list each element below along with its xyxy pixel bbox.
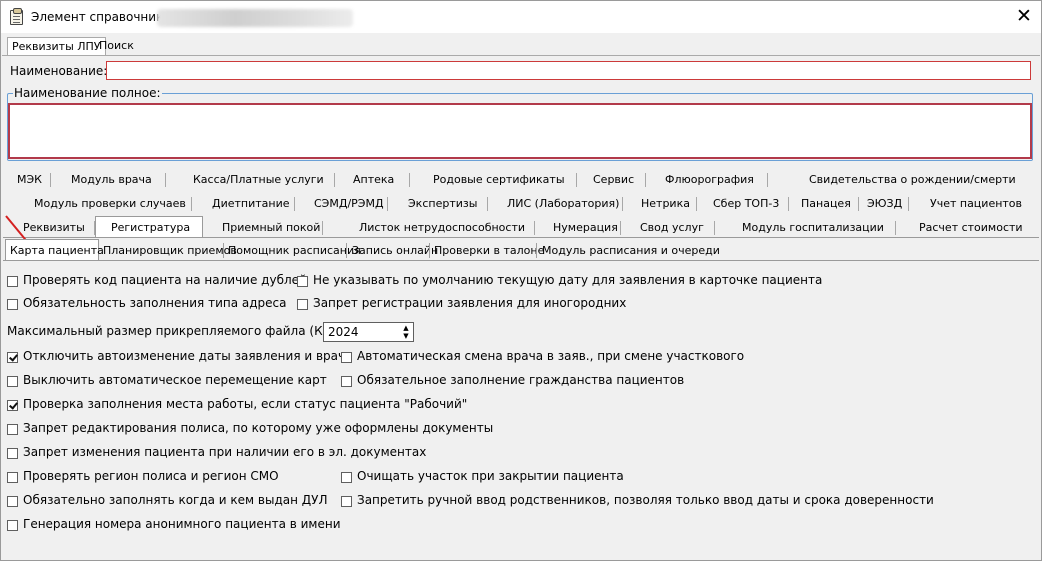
close-button[interactable]: ✕ — [1011, 4, 1037, 28]
label-tip-adresa: Обязательность заполнения типа адреса — [23, 296, 287, 310]
label-avtoizmenenie: Отключить автоизменение даты заявления и… — [23, 349, 353, 363]
tab-mek[interactable]: МЭК — [17, 173, 42, 186]
label-proveryat-kod: Проверять код пациента на наличие дублей — [23, 273, 307, 287]
label-ne-ukazyvat-datu: Не указывать по умолчанию текущую дату д… — [313, 273, 823, 287]
tab-strip-1: МЭК Модуль врача Касса/Платные услуги Ап… — [3, 167, 1039, 191]
tab-kassa[interactable]: Касса/Платные услуги — [193, 173, 324, 186]
checkbox-ne-ukazyvat-datu[interactable] — [297, 276, 308, 287]
tab-gospitalizaciya[interactable]: Модуль госпитализации — [742, 221, 884, 234]
tab-ekspertizy[interactable]: Экспертизы — [408, 197, 477, 210]
checkbox-region-smo[interactable] — [7, 472, 18, 483]
label-mesto-raboty: Проверка заполнения места работы, если с… — [23, 397, 468, 411]
redacted-title-area — [157, 9, 353, 27]
window-title: Элемент справочника: — [31, 10, 175, 24]
tab-modul-vracha[interactable]: Модуль врача — [71, 173, 152, 186]
subtab-pomoshnik[interactable]: Помощник расписания — [228, 244, 361, 257]
tab-apteka[interactable]: Аптека — [353, 173, 394, 186]
checkbox-rodstvenniki[interactable] — [341, 496, 352, 507]
subtab-proverki[interactable]: Проверки в талоне — [434, 244, 544, 257]
label-peremeshenie-kart: Выключить автоматическое перемещение кар… — [23, 373, 327, 387]
tab-rekvizity-lpu[interactable]: Реквизиты ЛПУ — [7, 37, 106, 56]
tab-lis[interactable]: ЛИС (Лаборатория) — [507, 197, 619, 210]
tab-strip-3: Реквизиты Регистратура Приемный покой Ли… — [3, 215, 1039, 239]
spin-down-icon[interactable]: ▼ — [402, 332, 410, 340]
max-file-label: Максимальный размер прикрепляемого файла… — [7, 324, 339, 338]
label-ochishat-uchastok: Очищать участок при закрытии пациента — [357, 469, 624, 483]
tab-priemnyi[interactable]: Приемный покой — [222, 221, 320, 234]
max-file-spinner[interactable]: 2024 ▲ ▼ — [323, 322, 414, 342]
spin-up-icon[interactable]: ▲ — [402, 324, 410, 332]
tab-fluoro[interactable]: Флюорография — [665, 173, 754, 186]
label-zapret-izmeneniya: Запрет изменения пациента при наличии ег… — [23, 445, 427, 459]
tab-listok[interactable]: Листок нетрудоспособности — [359, 221, 525, 234]
dialog-window: Элемент справочника: ✕ Реквизиты ЛПУ Пои… — [0, 0, 1042, 561]
max-file-value: 2024 — [328, 325, 359, 339]
name-input[interactable] — [106, 61, 1031, 80]
label-zapret-polisa: Запрет редактирования полиса, по котором… — [23, 421, 494, 435]
checkbox-zapret-izmeneniya[interactable] — [7, 448, 18, 459]
title-bar: Элемент справочника: ✕ — [1, 1, 1041, 33]
checkbox-smena-vracha[interactable] — [341, 352, 352, 363]
checkbox-tip-adresa[interactable] — [7, 299, 18, 310]
checkbox-grazhdanstvo[interactable] — [341, 376, 352, 387]
tab-sber[interactable]: Сбер ТОП-3 — [713, 197, 779, 210]
tab-rodovye[interactable]: Родовые сертификаты — [433, 173, 565, 186]
label-dul: Обязательно заполнять когда и кем выдан … — [23, 493, 328, 507]
tab-modul-proverki[interactable]: Модуль проверки случаев — [34, 197, 186, 210]
clipboard-icon — [10, 8, 23, 25]
checkbox-peremeshenie-kart[interactable] — [7, 376, 18, 387]
checkbox-mesto-raboty[interactable] — [7, 400, 18, 411]
subtab-planirovshik[interactable]: Планировщик приемов — [103, 244, 237, 257]
checkbox-ochishat-uchastok[interactable] — [341, 472, 352, 483]
label-anonimnyi: Генерация номера анонимного пациента в и… — [23, 517, 341, 531]
tab-strip-2: Модуль проверки случаев Диетпитание СЭМД… — [3, 191, 1039, 215]
checkbox-dul[interactable] — [7, 496, 18, 507]
tabs-divider — [2, 55, 1040, 56]
tab-svod-uslug[interactable]: Свод услуг — [640, 221, 704, 234]
checkbox-proveryat-kod[interactable] — [7, 276, 18, 287]
subtab-karta-pacienta[interactable]: Карта пациента — [10, 244, 104, 257]
fullname-textarea[interactable] — [8, 103, 1032, 159]
label-rodstvenniki: Запретить ручной ввод родственников, поз… — [357, 493, 934, 507]
name-label: Наименование: — [10, 64, 108, 78]
tab-eyuzd[interactable]: ЭЮЗД — [867, 197, 902, 210]
subtab-zapis-online[interactable]: Запись онлайн — [352, 244, 438, 257]
checkbox-zapret-polisa[interactable] — [7, 424, 18, 435]
fullname-label: Наименование полное: — [13, 86, 162, 100]
tab-uchet[interactable]: Учет пациентов — [930, 197, 1022, 210]
subtab-modul-raspisaniya[interactable]: Модуль расписания и очереди — [542, 244, 720, 257]
tab-dietpitanie[interactable]: Диетпитание — [212, 197, 290, 210]
tab-svidetelstva[interactable]: Свидетельства о рождении/смерти — [809, 173, 1016, 186]
label-inogorodnie: Запрет регистрации заявления для иногоро… — [313, 296, 627, 310]
tab-numeraciya[interactable]: Нумерация — [553, 221, 618, 234]
tab-servis[interactable]: Сервис — [593, 173, 634, 186]
tab-netrika[interactable]: Нетрика — [641, 197, 690, 210]
label-smena-vracha: Автоматическая смена врача в заяв., при … — [357, 349, 745, 363]
checkbox-avtoizmenenie[interactable] — [7, 352, 18, 363]
tab-registratura[interactable]: Регистратура — [111, 221, 190, 234]
tab-panaceya[interactable]: Панацея — [801, 197, 851, 210]
label-grazhdanstvo: Обязательное заполнение гражданства паци… — [357, 373, 685, 387]
tab-poisk[interactable]: Поиск — [95, 37, 138, 55]
tab-row3-line — [3, 237, 1039, 238]
checkbox-anonimnyi[interactable] — [7, 520, 18, 531]
tab-raschet[interactable]: Расчет стоимости — [919, 221, 1023, 234]
tab-semd[interactable]: СЭМД/РЭМД — [314, 197, 384, 210]
subtab-line — [3, 260, 1039, 261]
label-region-smo: Проверять регион полиса и регион СМО — [23, 469, 279, 483]
checkbox-inogorodnie[interactable] — [297, 299, 308, 310]
